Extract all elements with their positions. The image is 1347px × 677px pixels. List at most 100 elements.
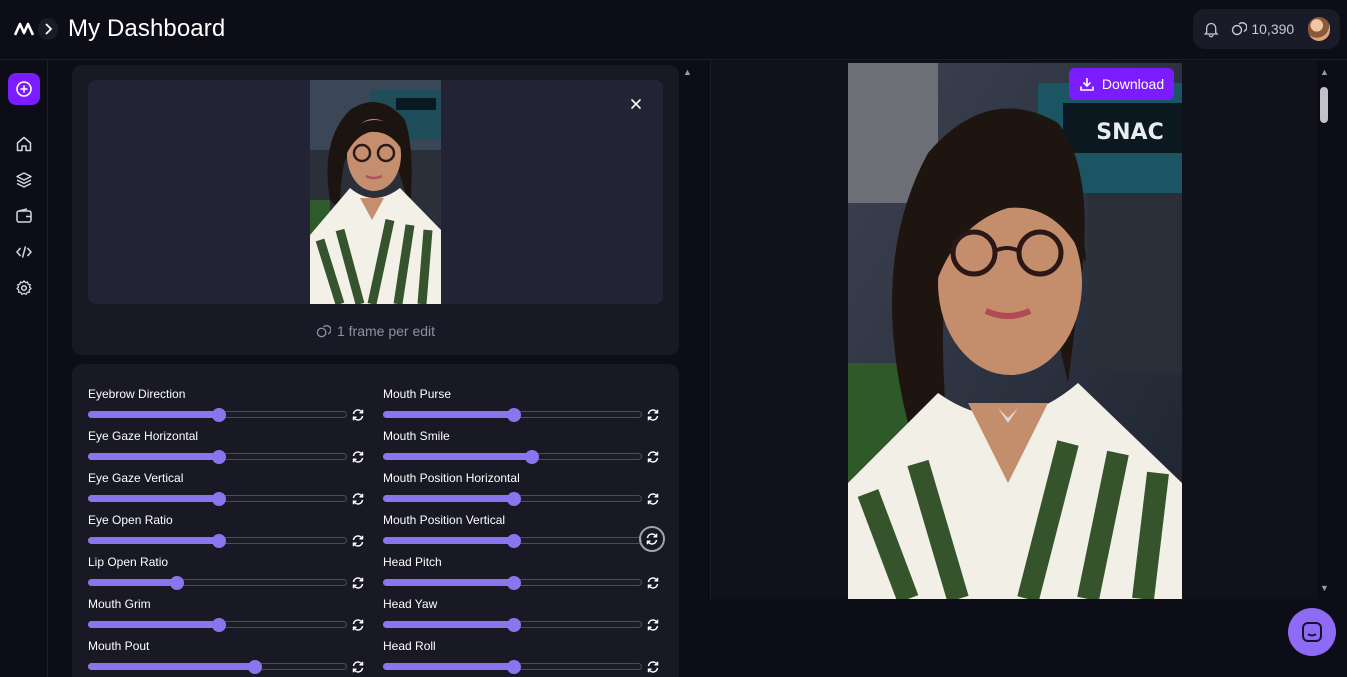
slider-track[interactable] — [383, 408, 642, 422]
scrollbar-thumb[interactable] — [1320, 87, 1328, 123]
slider-track[interactable] — [88, 576, 347, 590]
slider-handle[interactable] — [212, 408, 226, 422]
reset-icon[interactable] — [646, 492, 660, 506]
result-image: SNAC — [848, 63, 1182, 599]
slider-handle[interactable] — [525, 450, 539, 464]
download-button[interactable]: Download — [1069, 68, 1174, 100]
slider-track[interactable] — [88, 618, 347, 632]
user-panel: 10,390 — [1193, 9, 1340, 49]
slider-label: Mouth Purse — [383, 387, 452, 401]
reset-icon[interactable] — [646, 618, 660, 632]
slider-row: Lip Open Ratio — [88, 555, 368, 595]
slider-row: Mouth Purse — [383, 387, 663, 427]
reset-icon[interactable] — [646, 450, 660, 464]
expand-sidebar-button[interactable] — [38, 18, 58, 40]
slider-label: Mouth Smile — [383, 429, 450, 443]
slider-label: Head Yaw — [383, 597, 438, 611]
slider-handle[interactable] — [507, 408, 521, 422]
slider-track[interactable] — [88, 492, 347, 506]
slider-row: Head Roll — [383, 639, 663, 677]
slider-row: Mouth Position Horizontal — [383, 471, 663, 511]
slider-handle[interactable] — [212, 450, 226, 464]
slider-fill — [88, 411, 218, 418]
slider-handle[interactable] — [507, 660, 521, 674]
page-title: My Dashboard — [68, 15, 226, 42]
slider-track[interactable] — [88, 534, 347, 548]
shop-sign-text: SNAC — [1096, 120, 1163, 145]
slider-row: Eye Gaze Vertical — [88, 471, 368, 511]
reset-icon[interactable] — [351, 618, 365, 632]
reset-icon[interactable] — [351, 492, 365, 506]
slider-handle[interactable] — [212, 492, 226, 506]
editor-panel[interactable]: 1 frame per edit Eyebrow Direction Eye Ga… — [48, 61, 698, 677]
home-icon[interactable] — [15, 135, 33, 153]
slider-track[interactable] — [88, 660, 347, 674]
result-panel: SNAC Download — [710, 61, 1318, 599]
reset-icon[interactable] — [351, 660, 365, 674]
slider-fill — [88, 579, 176, 586]
slider-track[interactable] — [383, 492, 642, 506]
chat-support-button[interactable] — [1288, 608, 1336, 656]
top-bar: My Dashboard 10,390 — [0, 0, 1347, 60]
coin-icon — [316, 324, 331, 337]
slider-label: Mouth Position Vertical — [383, 513, 506, 527]
slider-handle[interactable] — [170, 576, 184, 590]
reset-icon[interactable] — [351, 408, 365, 422]
slider-label: Lip Open Ratio — [88, 555, 169, 569]
upload-card: 1 frame per edit — [72, 65, 679, 355]
slider-fill — [88, 453, 218, 460]
source-image-thumbnail — [310, 80, 441, 304]
slider-track[interactable] — [383, 660, 642, 674]
reset-icon[interactable] — [646, 660, 660, 674]
slider-fill — [383, 453, 531, 460]
slider-track[interactable] — [88, 408, 347, 422]
frame-cost-text: 1 frame per edit — [336, 323, 436, 339]
avatar[interactable] — [1308, 17, 1330, 41]
left-scroll-up-arrow[interactable]: ▲ — [683, 67, 692, 77]
slider-handle[interactable] — [507, 618, 521, 632]
bell-icon[interactable] — [1203, 20, 1219, 38]
slider-handle[interactable] — [248, 660, 262, 674]
slider-track[interactable] — [383, 618, 642, 632]
reset-icon[interactable] — [639, 526, 665, 552]
slider-fill — [383, 495, 513, 502]
slider-fill — [383, 537, 513, 544]
close-icon[interactable] — [628, 96, 644, 112]
slider-handle[interactable] — [212, 534, 226, 548]
layers-icon[interactable] — [15, 171, 33, 189]
reset-icon[interactable] — [351, 534, 365, 548]
slider-handle[interactable] — [507, 576, 521, 590]
expression-controls-card: Eyebrow Direction Eye Gaze Horizontal Eye … — [72, 364, 679, 677]
slider-row: Mouth Grim — [88, 597, 368, 637]
slider-label: Mouth Grim — [88, 597, 151, 611]
slider-track[interactable] — [383, 576, 642, 590]
slider-track[interactable] — [88, 450, 347, 464]
slider-track[interactable] — [383, 534, 642, 548]
slider-fill — [383, 579, 513, 586]
slider-handle[interactable] — [212, 618, 226, 632]
slider-handle[interactable] — [507, 534, 521, 548]
reset-icon[interactable] — [351, 450, 365, 464]
slider-label: Eye Gaze Vertical — [88, 471, 184, 485]
reset-icon[interactable] — [351, 576, 365, 590]
download-label: Download — [1101, 76, 1165, 92]
logo-icon[interactable] — [14, 20, 34, 38]
slider-label: Mouth Pout — [88, 639, 150, 653]
result-scrollbar[interactable]: ▲ ▼ — [1317, 61, 1331, 599]
slider-row: Eye Gaze Horizontal — [88, 429, 368, 469]
sidebar — [0, 60, 48, 677]
slider-label: Head Roll — [383, 639, 436, 653]
create-new-button[interactable] — [8, 73, 40, 105]
code-icon[interactable] — [15, 243, 33, 261]
slider-track[interactable] — [383, 450, 642, 464]
coin-icon — [1232, 22, 1248, 36]
slider-row: Eye Open Ratio — [88, 513, 368, 553]
scroll-down-arrow[interactable]: ▼ — [1320, 583, 1329, 593]
gear-icon[interactable] — [15, 279, 33, 297]
wallet-icon[interactable] — [15, 207, 33, 225]
reset-icon[interactable] — [646, 576, 660, 590]
reset-icon[interactable] — [646, 408, 660, 422]
slider-fill — [383, 663, 513, 670]
slider-handle[interactable] — [507, 492, 521, 506]
scroll-up-arrow[interactable]: ▲ — [1320, 67, 1329, 77]
